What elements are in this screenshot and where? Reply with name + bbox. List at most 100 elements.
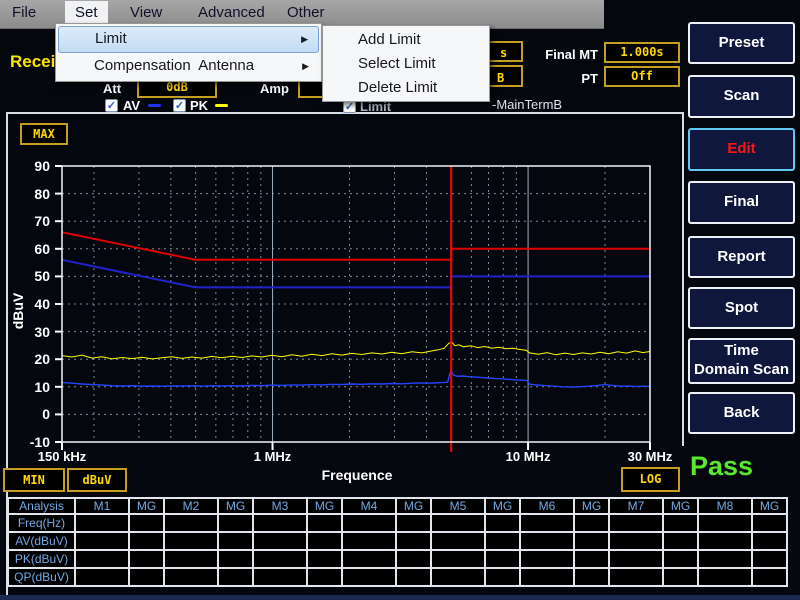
- menu-item-set[interactable]: Set: [65, 1, 108, 25]
- pass-status-badge: Pass: [690, 451, 753, 482]
- table-header-m1-1: M1: [75, 498, 129, 514]
- set-dropdown-menu: Limit▶Compensation Antenna▶: [55, 23, 322, 82]
- pk-checkbox[interactable]: ✓: [173, 99, 186, 112]
- pk-trace-trace: [62, 342, 650, 359]
- scan-button[interactable]: Scan: [688, 75, 795, 118]
- table-cell: [253, 550, 307, 568]
- unit-button[interactable]: dBuV: [67, 468, 127, 492]
- x-tick-label: 150 kHz: [20, 449, 104, 464]
- menu-item-view[interactable]: View: [120, 1, 172, 25]
- table-header-m3-5: M3: [253, 498, 307, 514]
- min-scale-button[interactable]: MIN: [3, 468, 65, 492]
- table-cell: [520, 550, 574, 568]
- table-cell: [129, 514, 164, 532]
- table-cell: [342, 550, 396, 568]
- time-domain-scan-button[interactable]: Time Domain Scan: [688, 338, 795, 384]
- final-button[interactable]: Final: [688, 181, 795, 224]
- preset-button[interactable]: Preset: [688, 22, 795, 64]
- table-cell: [698, 514, 752, 532]
- amp-label: Amp: [260, 81, 289, 96]
- menu-item-advanced[interactable]: Advanced: [188, 1, 275, 25]
- table-cell: [218, 550, 253, 568]
- table-cell: [164, 568, 218, 586]
- bottom-strip: [0, 595, 800, 600]
- y-tick-label: 20: [18, 351, 50, 367]
- back-button[interactable]: Back: [688, 392, 795, 434]
- x-tick-label: 30 MHz: [608, 449, 692, 464]
- table-cell: [218, 514, 253, 532]
- spectrum-plot: [0, 112, 686, 497]
- table-header-mg-12: MG: [574, 498, 609, 514]
- att-label: Att: [103, 81, 121, 96]
- table-header-mg-10: MG: [485, 498, 520, 514]
- table-cell: [307, 550, 342, 568]
- max-scale-button[interactable]: MAX: [20, 123, 68, 145]
- spot-button[interactable]: Spot: [688, 287, 795, 329]
- table-cell: [574, 514, 609, 532]
- y-tick-label: 60: [18, 241, 50, 257]
- y-tick-label: 90: [18, 158, 50, 174]
- table-cell: [75, 550, 129, 568]
- av-legend-label: AV: [123, 98, 140, 113]
- menu-item-file[interactable]: File: [2, 1, 46, 25]
- menu-row-compensation-antenna[interactable]: Compensation Antenna▶: [58, 53, 319, 80]
- table-cell: [485, 514, 520, 532]
- log-scale-button[interactable]: LOG: [621, 467, 680, 492]
- av-trace-trace: [62, 370, 650, 387]
- table-cell: [609, 532, 663, 550]
- report-button[interactable]: Report: [688, 236, 795, 278]
- table-cell: [342, 532, 396, 550]
- table-cell: [253, 514, 307, 532]
- x-tick-label: 10 MHz: [486, 449, 570, 464]
- final-mt-label: Final MT: [520, 47, 598, 62]
- table-cell: [431, 568, 485, 586]
- table-header-mg-6: MG: [307, 498, 342, 514]
- table-cell: [75, 514, 129, 532]
- menu-item-other[interactable]: Other: [277, 1, 335, 25]
- table-cell: [663, 514, 698, 532]
- table-cell: [609, 514, 663, 532]
- pt-label: PT: [520, 71, 598, 86]
- edit-button[interactable]: Edit: [688, 128, 795, 171]
- submenu-item-select-limit[interactable]: Select Limit: [325, 52, 487, 76]
- av-checkbox[interactable]: ✓: [105, 99, 118, 112]
- table-cell: [396, 550, 431, 568]
- table-header-mg-2: MG: [129, 498, 164, 514]
- table-header-m7-13: M7: [609, 498, 663, 514]
- y-tick-label: 50: [18, 268, 50, 284]
- table-cell: [574, 550, 609, 568]
- table-cell: [342, 568, 396, 586]
- table-header-m2-3: M2: [164, 498, 218, 514]
- pk-line-sample: [215, 104, 228, 107]
- row-label: PK(dBuV): [8, 550, 75, 568]
- submenu-item-delete-limit[interactable]: Delete Limit: [325, 76, 487, 100]
- submenu-arrow-icon: ▶: [301, 27, 308, 51]
- x-axis-title: Frequence: [314, 467, 400, 483]
- pt-value-box[interactable]: Off: [604, 66, 680, 87]
- y-tick-label: 30: [18, 324, 50, 340]
- table-cell: [218, 532, 253, 550]
- submenu-item-add-limit[interactable]: Add Limit: [325, 28, 487, 52]
- table-cell: [164, 550, 218, 568]
- table-cell: [307, 514, 342, 532]
- table-cell: [698, 550, 752, 568]
- table-row: QP(dBuV): [8, 568, 787, 586]
- table-header-mg-8: MG: [396, 498, 431, 514]
- menu-row-limit[interactable]: Limit▶: [58, 26, 319, 53]
- pk-legend-label: PK: [190, 98, 208, 113]
- table-cell: [698, 568, 752, 586]
- table-cell: [431, 550, 485, 568]
- table-cell: [396, 514, 431, 532]
- table-cell: [752, 514, 787, 532]
- limit-name-label: -MainTermB: [492, 97, 562, 112]
- table-cell: [574, 532, 609, 550]
- hidden-value-fragment-1: s: [500, 46, 507, 60]
- table-cell: [663, 568, 698, 586]
- table-header-m5-9: M5: [431, 498, 485, 514]
- table-cell: [396, 532, 431, 550]
- final-mt-value-box[interactable]: 1.000s: [604, 42, 680, 63]
- table-cell: [164, 532, 218, 550]
- table-header-m6-11: M6: [520, 498, 574, 514]
- table-cell: [431, 532, 485, 550]
- y-tick-label: 0: [18, 406, 50, 422]
